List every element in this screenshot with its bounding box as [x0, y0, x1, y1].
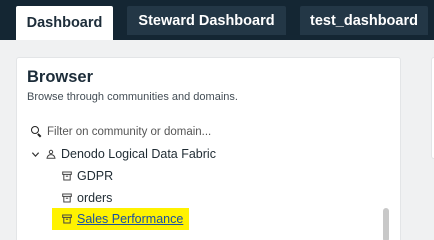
domain-icon	[61, 193, 72, 204]
tree-scrollbar[interactable]	[383, 208, 390, 240]
browser-widget: Browser Browse through communities and d…	[16, 57, 401, 240]
tree-node-denodo[interactable]: Denodo Logical Data Fabric	[30, 147, 216, 161]
domain-icon	[61, 171, 72, 182]
community-tree: Denodo Logical Data Fabric GDPR orders S…	[17, 58, 402, 240]
community-icon	[45, 149, 56, 160]
tree-node-label: orders	[77, 191, 113, 205]
tree-node-label: Denodo Logical Data Fabric	[61, 147, 216, 161]
tree-node-sales-performance[interactable]: Sales Performance	[52, 208, 190, 230]
tab-steward-dashboard[interactable]: Steward Dashboard	[127, 6, 286, 35]
chevron-down-icon[interactable]	[30, 149, 40, 159]
tab-test-dashboard[interactable]: test_dashboard	[300, 6, 428, 35]
tree-node-label: GDPR	[77, 169, 114, 183]
scrollbar-thumb[interactable]	[383, 208, 389, 240]
tab-dashboard[interactable]: Dashboard	[16, 6, 113, 40]
tree-node-link[interactable]: Sales Performance	[77, 212, 183, 226]
tree-node-orders[interactable]: orders	[61, 191, 112, 205]
domain-icon	[61, 214, 72, 225]
tab-bar: Dashboard Steward Dashboard test_dashboa…	[0, 0, 434, 40]
tree-node-gdpr[interactable]: GDPR	[61, 169, 113, 183]
